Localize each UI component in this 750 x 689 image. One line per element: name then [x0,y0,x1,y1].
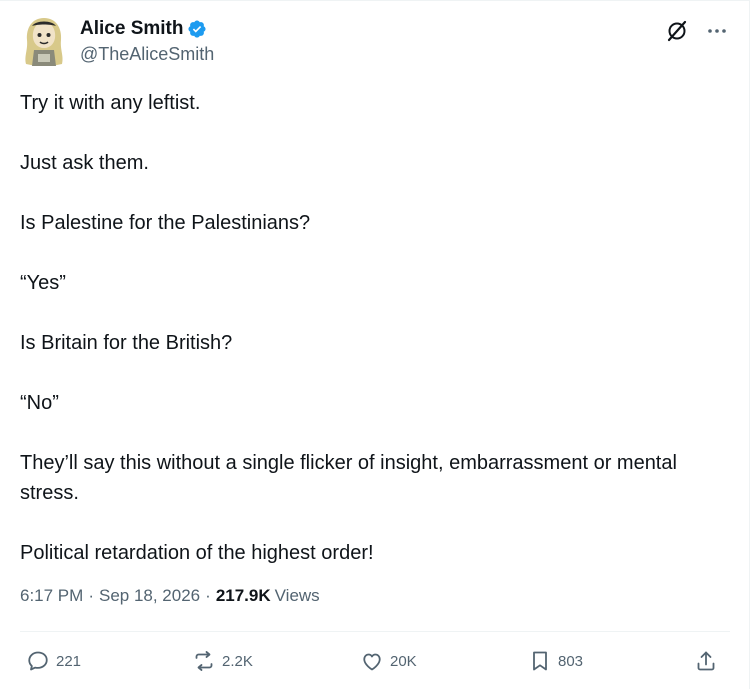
frame-border-top [0,0,750,1]
tweet-meta: 6:17 PM · Sep 18, 2026 · 217.9K Views [20,586,320,606]
more-icon [708,29,726,33]
tweet-paragraph: “No” [20,392,59,414]
reply-icon [28,651,48,671]
grok-icon [667,20,687,42]
bookmark-button[interactable]: 803 [528,644,583,678]
share-button[interactable] [694,644,718,678]
tweet-paragraph: Try it with any leftist. [20,92,201,114]
divider [20,631,730,632]
action-bar: 221 2.2K 20K 803 [20,644,730,678]
tweet-paragraph: Is Britain for the British? [20,332,233,354]
bookmark-icon [533,651,547,671]
more-options-button[interactable] [704,18,730,44]
tweet-paragraph: Just ask them. [20,152,149,174]
tweet-header: Alice Smith @TheAliceSmith [20,14,730,70]
avatar[interactable] [20,16,68,68]
views-count[interactable]: 217.9K [216,586,271,606]
meta-separator: · [205,586,211,605]
tweet-text: Try it with any leftist. Just ask them. … [20,88,720,568]
author-handle[interactable]: @TheAliceSmith [80,44,214,65]
tweet-paragraph: They’ll say this without a single flicke… [20,452,677,504]
verified-badge-icon [187,19,207,39]
display-name[interactable]: Alice Smith [80,18,183,40]
tweet-date[interactable]: Sep 18, 2026 [99,586,200,606]
reply-button[interactable]: 221 [26,644,81,678]
author-names: Alice Smith @TheAliceSmith [80,18,214,65]
repost-button[interactable]: 2.2K [192,644,253,678]
tweet-time[interactable]: 6:17 PM [20,586,83,606]
like-icon [363,653,381,671]
reply-count: 221 [56,652,82,670]
like-count: 20K [390,652,417,670]
share-icon [697,651,715,671]
tweet-paragraph: Is Palestine for the Palestinians? [20,212,311,234]
like-button[interactable]: 20K [360,644,417,678]
name-row: Alice Smith [80,18,214,40]
tweet-paragraph: “Yes” [20,272,66,294]
views-label: Views [274,586,320,605]
grok-button[interactable] [664,18,690,44]
bookmark-count: 803 [558,652,584,670]
tweet-paragraph: Political retardation of the highest ord… [20,542,374,564]
repost-count: 2.2K [222,652,253,670]
meta-separator: · [88,586,94,605]
repost-icon [195,651,213,671]
